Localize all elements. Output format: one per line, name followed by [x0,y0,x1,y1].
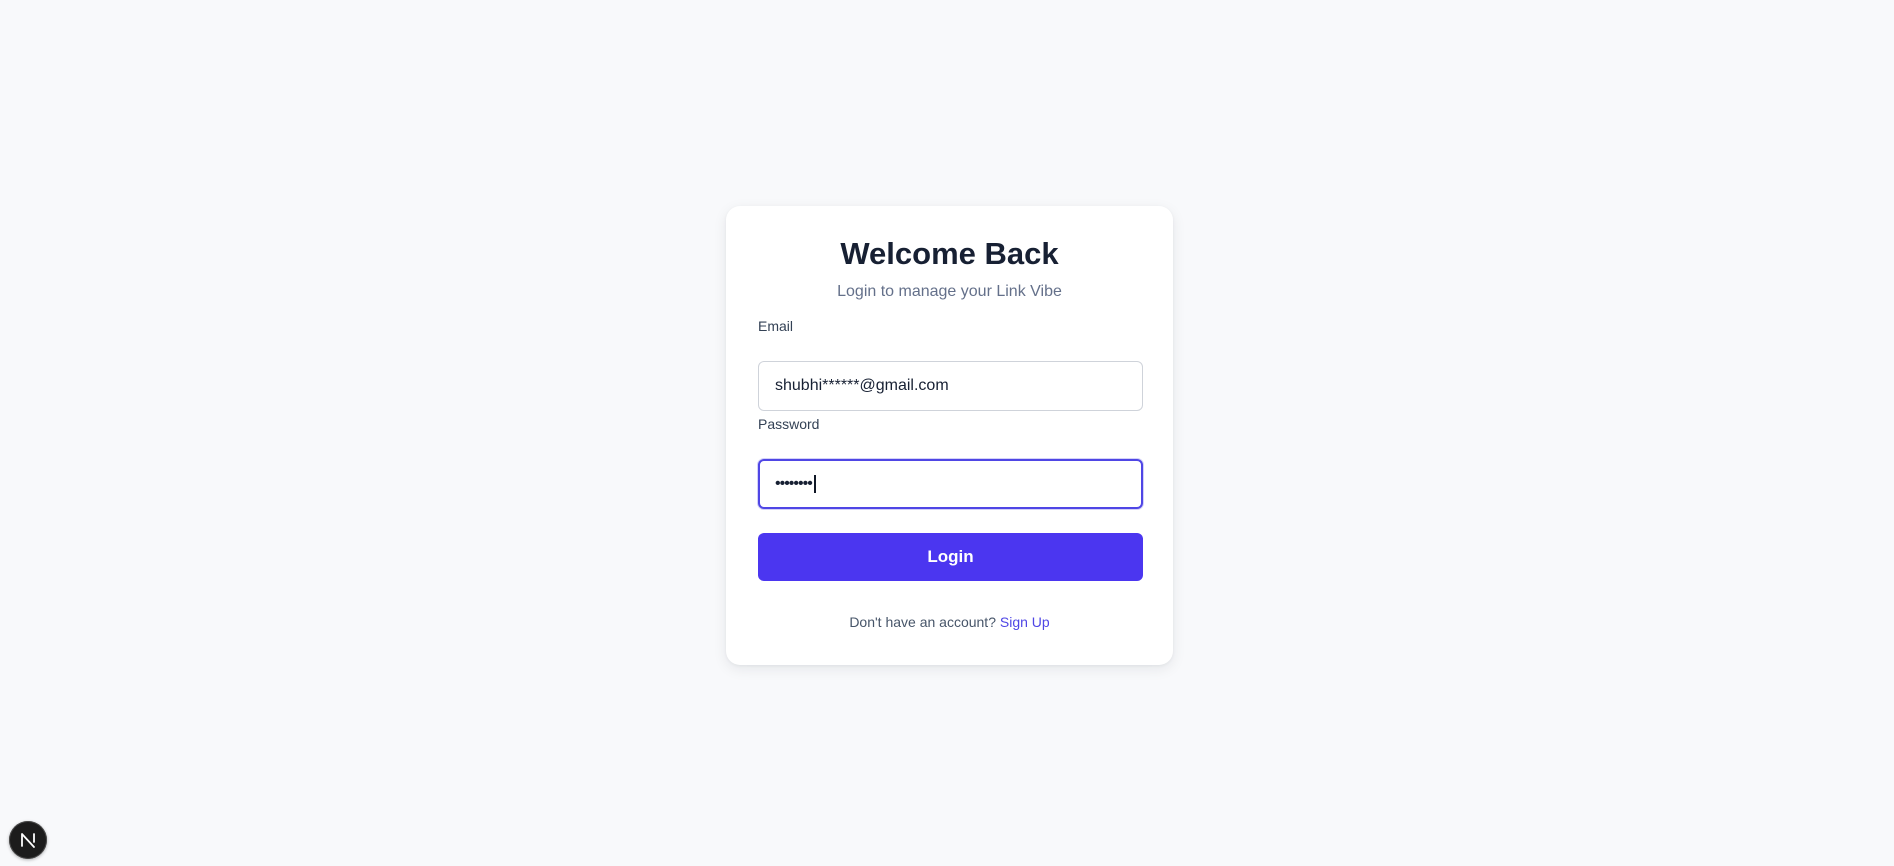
page-subtitle: Login to manage your Link Vibe [837,283,1062,300]
nextjs-dev-badge[interactable] [9,821,47,859]
signup-link[interactable]: Sign Up [1000,614,1050,630]
nextjs-logo-icon [21,833,35,848]
password-value: •••••••• [775,475,813,492]
email-value: shubhi******@gmail.com [775,377,949,394]
email-label: Email [758,318,794,334]
text-caret [813,475,816,493]
email-field[interactable]: shubhi******@gmail.com [758,361,1143,411]
signup-prompt-text: Don't have an account? [849,614,996,630]
signup-prompt: Don't have an account? Sign Up [726,613,1173,631]
password-label: Password [758,416,820,432]
login-button[interactable]: Login [758,533,1143,581]
login-card: Welcome Back Login to manage your Link V… [726,206,1173,665]
password-field[interactable]: •••••••• [758,459,1143,509]
page-title: Welcome Back [840,236,1059,271]
